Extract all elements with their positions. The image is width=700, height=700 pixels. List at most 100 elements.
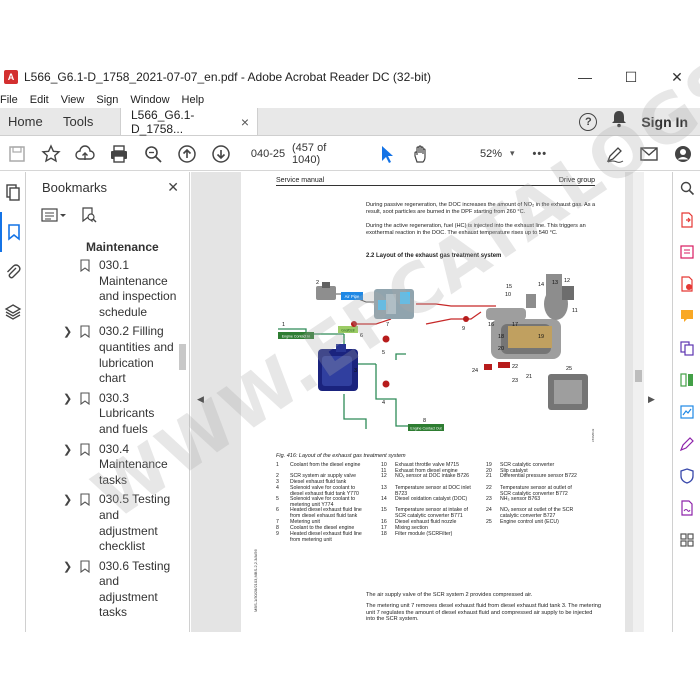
email-icon[interactable] <box>632 137 666 171</box>
pdf-page: Service manual Drive group During passiv… <box>241 172 625 632</box>
page-number-input[interactable]: 040-25 <box>248 144 288 164</box>
bookmark-label: 030.1 Maintenance and inspection schedul… <box>99 258 177 319</box>
sign-pen-icon[interactable] <box>598 137 632 171</box>
bookmark-ribbon-icon <box>80 493 90 507</box>
send-for-signature-icon[interactable] <box>673 492 700 524</box>
search-tool-icon[interactable] <box>673 172 700 204</box>
find-bookmark-icon[interactable] <box>81 206 97 228</box>
bookmark-section-maintenance[interactable]: Maintenance <box>27 240 177 256</box>
engine-control-unit <box>548 374 588 410</box>
main-toolbar: 040-25 (457 of 1040) 52% ▾ ••• <box>0 137 700 171</box>
hand-tool-icon[interactable] <box>404 137 438 171</box>
page-thumbnails-icon[interactable] <box>0 172 26 212</box>
expand-chevron-icon[interactable]: ❯ <box>63 392 72 408</box>
tab-close-icon[interactable]: × <box>241 114 249 130</box>
zoom-level[interactable]: 52% <box>468 148 502 160</box>
more-tools-icon[interactable] <box>673 524 700 556</box>
more-tools-button[interactable]: ••• <box>533 148 548 160</box>
save-icon[interactable] <box>0 137 34 171</box>
menu-file[interactable]: File <box>0 94 24 106</box>
legend-text: NOₓ sensor at outlet of the SCR catalyti… <box>500 507 574 519</box>
zoom-search-icon[interactable] <box>136 137 170 171</box>
collapse-right-panel-icon[interactable]: ▶ <box>648 394 655 405</box>
tab-tools[interactable]: Tools <box>55 108 113 135</box>
help-icon[interactable]: ? <box>579 112 598 131</box>
svg-text:7: 7 <box>386 322 389 328</box>
bookmarks-panel: Bookmarks ✕ Maintenance 030.1 Maintenanc… <box>27 172 190 632</box>
expand-chevron-icon[interactable]: ❯ <box>63 493 72 509</box>
select-cursor-icon[interactable] <box>370 137 404 171</box>
metering-unit-component <box>374 289 414 319</box>
menu-edit[interactable]: Edit <box>30 94 55 106</box>
bookmark-030-2[interactable]: ❯ 030.2 Filling quantities and lubricati… <box>27 324 177 386</box>
next-page-icon[interactable] <box>204 137 238 171</box>
figure-id: L566/01/2 <box>591 428 595 442</box>
svg-text:2: 2 <box>316 280 319 286</box>
bookmark-options-icon[interactable] <box>41 207 67 228</box>
acrobat-window: A L566_G6.1-D_1758_2021-07-07_en.pdf - A… <box>0 0 700 700</box>
expand-chevron-icon[interactable]: ❯ <box>63 325 72 341</box>
bookmarks-scrollbar[interactable] <box>178 240 187 630</box>
attachments-paperclip-icon[interactable] <box>0 252 26 292</box>
layers-icon[interactable] <box>0 292 26 332</box>
bookmark-030-6[interactable]: ❯ 030.6 Testing and adjustment tasks <box>27 559 177 621</box>
bookmark-star-icon[interactable] <box>34 137 68 171</box>
page-header-left: Service manual <box>276 177 325 184</box>
legend-number: 9 <box>276 531 279 537</box>
sign-in-button[interactable]: Sign In <box>641 114 688 130</box>
bookmark-030-3[interactable]: ❯ 030.3 Lubricants and fuels <box>27 391 177 438</box>
fill-sign-icon[interactable] <box>673 428 700 460</box>
menu-help[interactable]: Help <box>182 94 211 106</box>
expand-chevron-icon[interactable]: ❯ <box>63 560 72 576</box>
svg-text:6: 6 <box>360 333 363 339</box>
bookmarks-panel-icon[interactable] <box>0 212 26 252</box>
minimize-button[interactable]: — <box>562 62 608 92</box>
previous-page-icon[interactable] <box>170 137 204 171</box>
edit-pdf-icon[interactable] <box>673 236 700 268</box>
menu-sign[interactable]: Sign <box>96 94 124 106</box>
combine-files-icon[interactable] <box>673 332 700 364</box>
share-user-icon[interactable] <box>666 137 700 171</box>
solenoid-valve-icons <box>351 316 469 388</box>
svg-text:13: 13 <box>552 280 558 286</box>
zoom-dropdown-chevron-icon[interactable]: ▾ <box>510 148 515 159</box>
legend-number: 13 <box>381 485 387 491</box>
legend-number: 5 <box>276 496 279 502</box>
expand-chevron-icon[interactable]: ❯ <box>63 443 72 459</box>
export-pdf-icon[interactable] <box>673 204 700 236</box>
svg-text:3: 3 <box>354 368 357 374</box>
legend-text: Diesel oxidation catalyst (DOC) <box>395 496 468 502</box>
legend-number: 4 <box>276 485 279 491</box>
svg-text:19: 19 <box>538 334 544 340</box>
organize-pages-icon[interactable] <box>673 364 700 396</box>
create-pdf-icon[interactable] <box>673 268 700 300</box>
paragraph-passive-regeneration: During passive regeneration, the DOC inc… <box>366 202 596 215</box>
scan-enhance-icon[interactable] <box>673 396 700 428</box>
bookmark-030-1[interactable]: 030.1 Maintenance and inspection schedul… <box>27 258 177 320</box>
maximize-button[interactable]: ☐ <box>608 62 654 92</box>
engine-contact-in-label: Engine Contact In <box>282 335 311 339</box>
svg-text:8: 8 <box>423 418 426 424</box>
svg-text:1: 1 <box>282 322 285 328</box>
print-icon[interactable] <box>102 137 136 171</box>
bookmark-030-5[interactable]: ❯ 030.5 Testing and adjustment checklist <box>27 492 177 554</box>
svg-text:23: 23 <box>512 378 518 384</box>
notifications-bell-icon[interactable] <box>611 110 627 133</box>
bookmarks-scroll-thumb[interactable] <box>179 344 186 370</box>
collapse-left-panel-icon[interactable]: ◀ <box>197 394 204 405</box>
legend-number: 15 <box>381 507 387 513</box>
document-scroll-thumb[interactable] <box>635 370 642 382</box>
right-tools-rail <box>672 172 700 632</box>
comment-icon[interactable] <box>673 300 700 332</box>
close-window-button[interactable]: ✕ <box>654 62 700 92</box>
menu-window[interactable]: Window <box>130 94 175 106</box>
close-panel-icon[interactable]: ✕ <box>167 179 179 196</box>
cloud-upload-icon[interactable] <box>68 137 102 171</box>
bookmark-030-4[interactable]: ❯ 030.4 Maintenance tasks <box>27 442 177 489</box>
menu-view[interactable]: View <box>61 94 91 106</box>
document-viewport[interactable]: ◀ Service manual Drive group During pass… <box>191 172 644 632</box>
tab-home[interactable]: Home <box>0 108 55 135</box>
tab-document[interactable]: L566_G6.1-D_1758... × <box>120 108 258 136</box>
protect-shield-icon[interactable] <box>673 460 700 492</box>
document-scrollbar[interactable] <box>633 172 644 632</box>
